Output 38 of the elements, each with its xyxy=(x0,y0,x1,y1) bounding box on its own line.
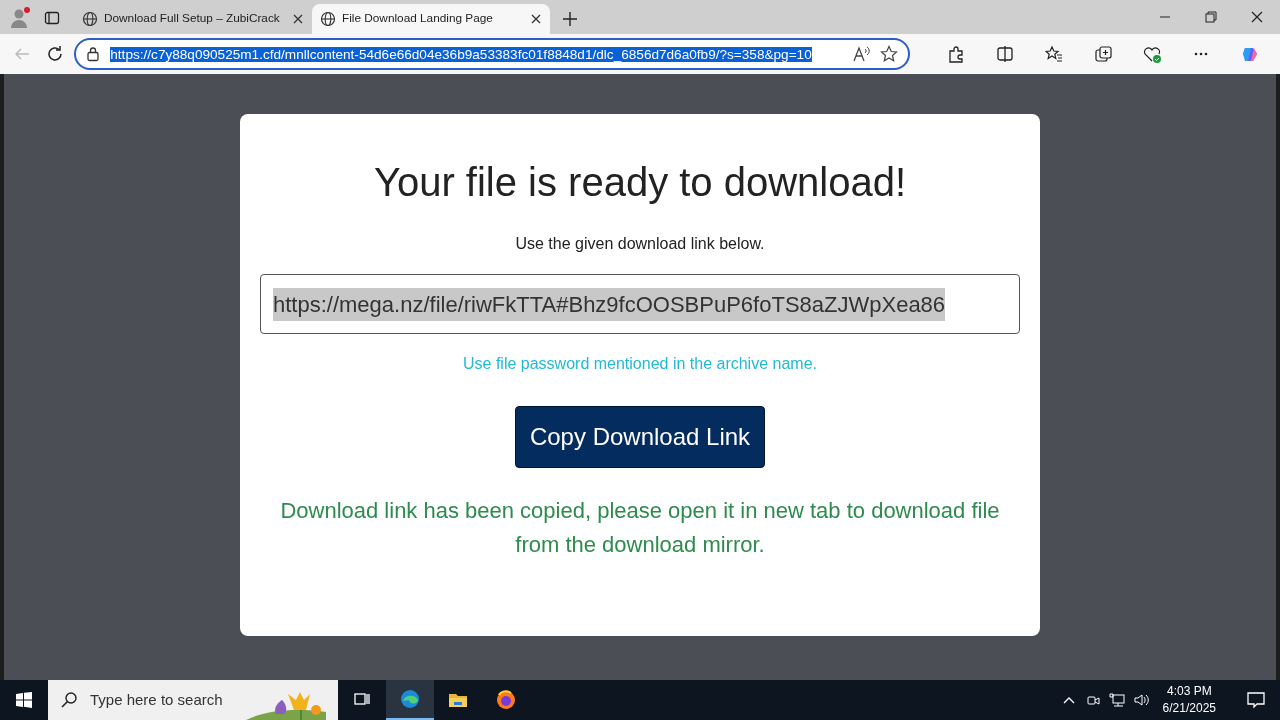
clock-date[interactable]: 6/21/2025 xyxy=(1162,700,1216,717)
copy-link-button[interactable]: Copy Download Link xyxy=(514,406,766,468)
split-screen-icon[interactable] xyxy=(995,45,1014,63)
copilot-icon[interactable] xyxy=(1241,45,1260,63)
heart-check-icon[interactable] xyxy=(1143,45,1162,63)
puzzle-icon[interactable] xyxy=(946,45,965,63)
star-icon[interactable] xyxy=(880,45,899,63)
copied-message: Download link has been copied, please open it in new tab to download file from the download mirror. xyxy=(279,497,1001,559)
lock-icon xyxy=(86,46,101,62)
close-icon[interactable] xyxy=(292,13,304,25)
firefox-icon[interactable] xyxy=(496,690,516,710)
instruction-text: Use the given download link below. xyxy=(514,234,766,254)
edge-icon[interactable] xyxy=(400,689,420,709)
profile-icon[interactable] xyxy=(8,6,32,30)
new-tab-icon[interactable] xyxy=(562,11,578,27)
favorites-icon[interactable] xyxy=(1044,45,1063,63)
notification-icon[interactable] xyxy=(1246,690,1266,710)
network-icon[interactable] xyxy=(1108,692,1125,708)
refresh-icon[interactable] xyxy=(45,45,64,63)
globe-icon xyxy=(320,11,336,27)
page-heading: Your file is ready to download! xyxy=(372,159,908,206)
search-icon xyxy=(60,691,78,709)
restore-icon[interactable] xyxy=(1203,9,1219,25)
clock-time[interactable]: 4:03 PM xyxy=(1162,683,1216,700)
windows-start-icon[interactable] xyxy=(15,691,33,709)
collections-icon[interactable] xyxy=(1094,45,1113,63)
search-field[interactable]: Type here to search xyxy=(48,680,338,720)
link-field[interactable]: https://mega.nz/file/riwFkTTA#Bhz9fcOOSBPuP6foTS8aZJWpXea86 xyxy=(260,274,1020,334)
address-bar[interactable]: https://c7y88q090525m1.cfd/mnllcontent-54d6e66d04e36b9a53383fc01f8848d1/dlc_6856d7d6a0fb9/?s=358&pg=10 xyxy=(74,38,911,70)
tab-actions-icon[interactable] xyxy=(44,10,60,26)
password-note: Use file password mentioned in the archive name. xyxy=(462,354,818,374)
browser-tab[interactable]: Download Full Setup – ZubiCrack xyxy=(74,4,312,34)
volume-icon[interactable] xyxy=(1132,692,1149,708)
globe-icon xyxy=(82,11,98,27)
close-icon[interactable] xyxy=(530,13,542,25)
browser-tab[interactable]: File Download Landing Page xyxy=(312,4,550,34)
close-icon[interactable] xyxy=(1249,9,1265,25)
read-aloud-icon[interactable] xyxy=(852,45,871,63)
